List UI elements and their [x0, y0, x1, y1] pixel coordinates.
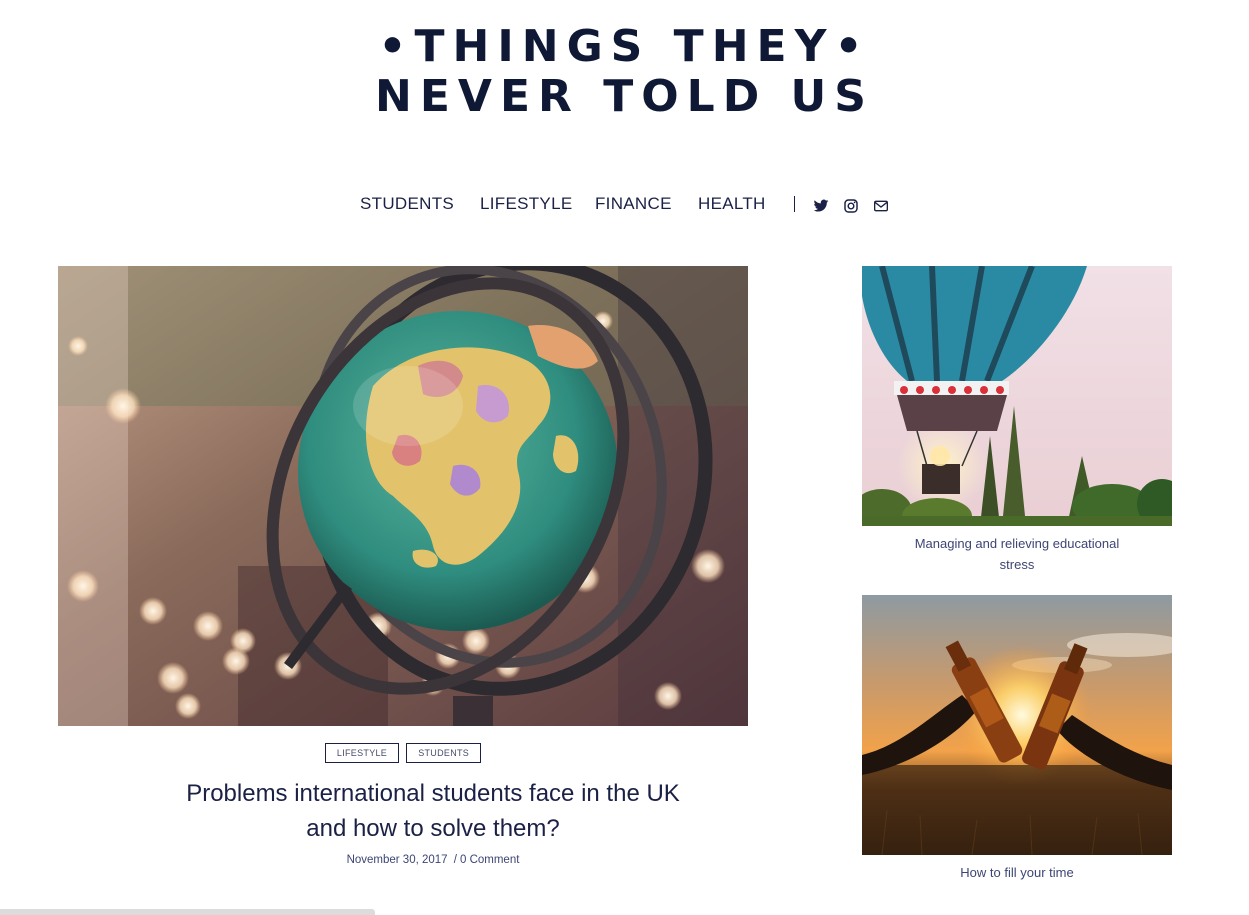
featured-post-title-line-2: and how to solve them?	[306, 815, 560, 842]
nav-item-health[interactable]: HEALTH	[698, 194, 766, 214]
sidebar-post-image-2[interactable]	[862, 595, 1172, 855]
twitter-icon[interactable]	[813, 198, 829, 214]
featured-post-title[interactable]: Problems international students face in …	[130, 776, 736, 846]
tag-lifestyle[interactable]: LIFESTYLE	[324, 743, 400, 763]
nav-divider	[794, 196, 795, 212]
site-title-line-1: •THINGS THEY•	[378, 21, 871, 72]
featured-post-title-line-1: Problems international students face in …	[186, 780, 680, 807]
sidebar-post-title-2-line-1: How to fill your time	[960, 865, 1074, 880]
nav-item-lifestyle[interactable]: LIFESTYLE	[480, 194, 572, 214]
nav-item-finance[interactable]: FINANCE	[595, 194, 672, 214]
sidebar-post-image-1[interactable]	[862, 266, 1172, 526]
instagram-icon[interactable]	[843, 198, 859, 214]
sidebar-post-title-1-line-1: Managing and relieving educational	[914, 536, 1120, 551]
sidebar-post-title-2[interactable]: How to fill your time	[862, 862, 1172, 883]
post-date[interactable]: November 30, 2017	[347, 854, 448, 866]
site-title-line-2: NEVER TOLD US	[375, 71, 874, 122]
sidebar-post-title-1-line-2: stress	[999, 557, 1035, 572]
sidebar-post-title-1[interactable]: Managing and relieving educational stres…	[862, 533, 1172, 575]
featured-post-meta: November 30, 2017 /0 Comment	[0, 854, 866, 866]
meta-separator: /	[453, 854, 457, 866]
comment-count[interactable]: 0 Comment	[460, 854, 519, 866]
horizontal-scrollbar[interactable]	[0, 909, 375, 915]
mail-icon[interactable]	[873, 198, 889, 214]
nav-item-students[interactable]: STUDENTS	[360, 194, 454, 214]
tag-students[interactable]: STUDENTS	[406, 743, 482, 763]
featured-post-tags: LIFESTYLE STUDENTS	[0, 741, 806, 763]
featured-post-image[interactable]	[58, 266, 748, 726]
site-title[interactable]: •THINGS THEY• NEVER TOLD US	[0, 22, 1249, 122]
main-nav: STUDENTS LIFESTYLE FINANCE HEALTH	[0, 194, 1249, 220]
